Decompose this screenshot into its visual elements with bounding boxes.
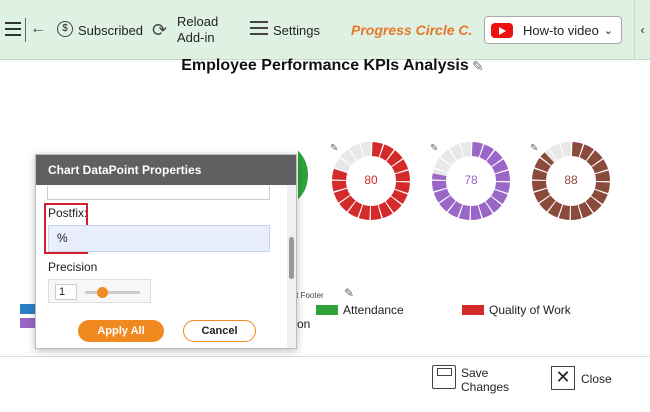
cancel-button[interactable]: Cancel xyxy=(183,320,256,342)
footer-edit-icon[interactable]: ✎ xyxy=(344,286,354,300)
close-x-icon[interactable]: ✕ xyxy=(551,366,575,390)
legend-swatch-partial-blue xyxy=(20,304,36,314)
donut-edit-icon-2[interactable]: ✎ xyxy=(430,143,438,154)
postfix-input[interactable]: % xyxy=(48,225,270,252)
precision-label: Precision xyxy=(48,260,98,274)
chart-title: Employee Performance KPIs Analysis xyxy=(181,57,469,74)
legend-label-quality: Quality of Work xyxy=(489,303,571,317)
dialog-scrollbar-thumb[interactable] xyxy=(289,237,294,279)
donut-chart-3[interactable]: 88 xyxy=(530,140,612,222)
donut-chart-2[interactable]: 78 xyxy=(430,140,512,222)
donut-partial-green xyxy=(298,140,312,210)
save-disk-icon[interactable] xyxy=(432,365,456,389)
reload-label-line1: Reload xyxy=(177,14,219,29)
dialog-field-above[interactable] xyxy=(47,186,270,200)
legend-partial-label: on xyxy=(297,317,311,331)
close-button[interactable]: Close xyxy=(581,372,612,386)
postfix-label: Postfix: xyxy=(48,206,88,220)
donut-chart-partial xyxy=(258,140,259,141)
legend-swatch-partial-purple xyxy=(20,318,36,328)
reload-addin-button[interactable]: Reload Add-in xyxy=(177,14,218,46)
howto-video-label: How-to video xyxy=(523,22,599,38)
precision-input[interactable]: 1 xyxy=(55,284,77,300)
youtube-icon xyxy=(491,22,513,38)
settings-sliders-icon[interactable] xyxy=(250,21,268,37)
legend-item-attendance[interactable]: Attendance xyxy=(316,303,404,317)
donut-value-1: 80 xyxy=(364,173,378,187)
legend-item-quality[interactable]: Quality of Work xyxy=(462,303,571,317)
howto-video-dropdown[interactable]: How-to video ⌄ xyxy=(484,16,622,44)
donut-edit-icon-1[interactable]: ✎ xyxy=(330,143,338,154)
toolbar-divider xyxy=(25,18,26,42)
donut-value-3: 88 xyxy=(564,173,578,187)
ribbon-toolbar: ← $ Subscribed ⟳ Reload Add-in Settings … xyxy=(0,0,650,60)
precision-slider-track[interactable] xyxy=(85,291,140,294)
chevron-down-icon: ⌄ xyxy=(603,24,613,37)
save-changes-button[interactable]: Save Changes xyxy=(461,366,509,394)
collapse-pane-icon[interactable]: ‹ xyxy=(634,0,650,60)
back-arrow-icon[interactable]: ← xyxy=(30,20,46,38)
hamburger-menu-icon[interactable] xyxy=(5,22,21,36)
save-label-line1: Save xyxy=(461,366,489,380)
chart-datapoint-properties-dialog: Chart DataPoint Properties Postfix: % Pr… xyxy=(35,154,297,349)
precision-control: 1 xyxy=(48,279,151,303)
legend-swatch-attendance xyxy=(316,305,338,315)
precision-slider-thumb[interactable] xyxy=(97,287,108,298)
dialog-scrollbar[interactable] xyxy=(287,185,296,348)
reload-label-line2: Add-in xyxy=(177,30,215,45)
settings-button[interactable]: Settings xyxy=(273,23,320,38)
dialog-title: Chart DataPoint Properties xyxy=(36,155,296,185)
donut-value-2: 78 xyxy=(464,173,478,187)
donut-edit-icon-3[interactable]: ✎ xyxy=(530,143,538,154)
dollar-icon[interactable]: $ xyxy=(57,21,73,37)
save-label-line2: Changes xyxy=(461,380,510,394)
reload-icon[interactable]: ⟳ xyxy=(152,20,167,41)
subscribed-button[interactable]: Subscribed xyxy=(78,23,143,38)
apply-all-button[interactable]: Apply All xyxy=(78,320,164,342)
legend-label-attendance: Attendance xyxy=(343,303,404,317)
edit-pencil-icon[interactable]: ✎ xyxy=(472,58,484,75)
brand-title: Progress Circle C... xyxy=(351,22,471,38)
legend-swatch-quality xyxy=(462,305,484,315)
donut-chart-1[interactable]: 80 xyxy=(330,140,412,222)
